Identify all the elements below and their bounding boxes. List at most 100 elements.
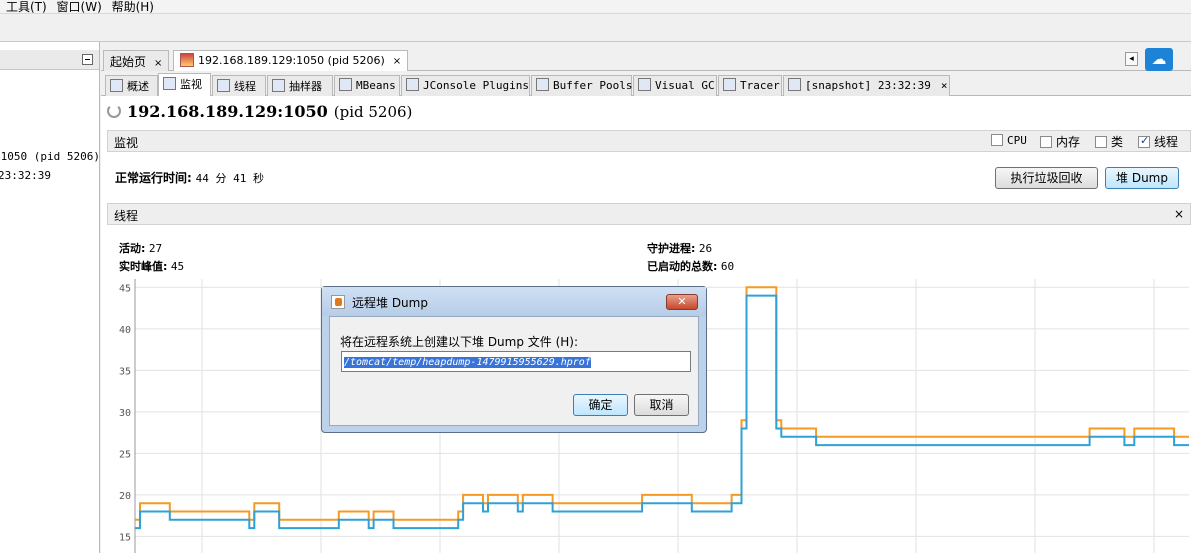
stat-value: 60 <box>720 260 735 273</box>
tab-tracer[interactable]: Tracer <box>718 75 782 96</box>
java-icon <box>331 295 345 309</box>
minimize-icon[interactable] <box>82 54 93 65</box>
document-tabs: 起始页 × 192.168.189.129:1050 (pid 5206) × <box>101 48 1191 71</box>
tree-item-snapshot[interactable]: 23:32:39 <box>0 169 51 182</box>
close-icon[interactable]: × <box>393 56 401 67</box>
checkbox-label: 类 <box>1111 135 1124 149</box>
tab-visual-gc[interactable]: Visual GC <box>633 75 717 96</box>
dump-path-field[interactable]: /tomcat/temp/heapdump-1479915955629.hpro… <box>341 351 691 372</box>
threads-header: 线程 × <box>107 203 1191 225</box>
dialog-prompt: 将在远程系统上创建以下堆 Dump 文件 (H): <box>340 335 579 349</box>
dialog-title-bar: 远程堆 Dump ✕ <box>322 287 706 316</box>
page-title: 192.168.189.129:1050 (pid 5206) <box>107 102 412 128</box>
cancel-button[interactable]: 取消 <box>634 394 689 416</box>
tab-monitor[interactable]: 监视 <box>158 73 211 96</box>
tab-buffer-pools[interactable]: Buffer Pools <box>531 75 632 96</box>
threads-icon <box>217 79 230 92</box>
tab-label: Buffer Pools <box>553 79 633 92</box>
live-threads: 活动: 27 <box>119 240 162 256</box>
loading-icon <box>107 104 121 118</box>
tab-label: MBeans <box>356 79 396 92</box>
tree-item-connection[interactable]: :1050 (pid 5206) <box>0 150 99 163</box>
stat-label: 活动: <box>119 242 146 255</box>
menu-help[interactable]: 帮助(H) <box>112 1 154 14</box>
uptime-value: 44 分 41 秒 <box>195 172 264 185</box>
tab-label: Tracer <box>740 79 780 92</box>
tab-sampler[interactable]: 抽样器 <box>267 75 333 96</box>
dump-path-value: /tomcat/temp/heapdump-1479915955629.hpro… <box>344 357 591 368</box>
checkbox-memory[interactable]: 内存 <box>1040 133 1080 150</box>
ok-button[interactable]: 确定 <box>573 394 628 416</box>
buffer-icon <box>536 78 549 91</box>
y-tick-label: 45 <box>119 283 131 294</box>
checkbox-cpu[interactable]: CPU <box>991 133 1027 147</box>
applications-pane-header <box>0 50 99 70</box>
y-tick-label: 35 <box>119 366 131 377</box>
info-icon <box>110 79 123 92</box>
checkbox-threads[interactable]: 线程 <box>1138 133 1178 150</box>
heap-dump-dialog: 远程堆 Dump ✕ 将在远程系统上创建以下堆 Dump 文件 (H): /to… <box>321 286 707 433</box>
tab-start-page[interactable]: 起始页 × <box>103 50 170 71</box>
y-tick-label: 25 <box>119 449 131 460</box>
menu-bar: 工具(T) 窗口(W) 帮助(H) <box>0 0 1191 14</box>
y-tick-label: 30 <box>119 408 131 419</box>
tab-label: JConsole Plugins <box>423 79 529 92</box>
dialog-body: 将在远程系统上创建以下堆 Dump 文件 (H): /tomcat/temp/h… <box>329 316 699 426</box>
total-started-threads: 已启动的总数: 60 <box>647 258 734 274</box>
close-icon[interactable]: ✕ <box>666 294 698 310</box>
checkbox-label: CPU <box>1007 134 1027 147</box>
checkbox-box[interactable] <box>1095 136 1107 148</box>
daemon-threads: 守护进程: 26 <box>647 240 712 256</box>
stat-label: 守护进程: <box>647 242 696 255</box>
tab-snapshot[interactable]: [snapshot] 23:32:39 × <box>783 75 950 96</box>
process-id: (pid 5206) <box>333 103 413 121</box>
close-icon[interactable]: × <box>154 58 162 69</box>
checkbox-box[interactable] <box>1138 134 1150 148</box>
stat-label: 实时峰值: <box>119 260 168 273</box>
menu-window[interactable]: 窗口(W) <box>57 1 102 14</box>
tab-overview[interactable]: 概述 <box>105 75 158 96</box>
y-tick-label: 20 <box>119 491 131 502</box>
jmx-icon <box>180 53 194 67</box>
y-tick-label: 40 <box>119 325 131 336</box>
checkbox-classes[interactable]: 类 <box>1095 133 1123 150</box>
tab-label: Visual GC <box>655 79 715 92</box>
checkbox-label: 内存 <box>1056 135 1081 149</box>
tab-controls: ◂ ☁ <box>1125 48 1191 71</box>
menu-tools[interactable]: 工具(T) <box>6 1 47 14</box>
gc-icon <box>638 78 651 91</box>
cloud-icon[interactable]: ☁ <box>1145 48 1173 71</box>
sampler-icon <box>272 79 285 92</box>
stat-value: 27 <box>148 242 163 255</box>
checkbox-box[interactable] <box>1040 136 1052 148</box>
checkbox-box[interactable] <box>991 134 1003 146</box>
tab-label: 概述 <box>127 80 149 93</box>
stat-value: 26 <box>698 242 713 255</box>
uptime-label: 正常运行时间: <box>115 171 192 185</box>
tab-jconsole-plugins[interactable]: JConsole Plugins <box>401 75 530 96</box>
dialog-title: 远程堆 Dump <box>352 296 428 310</box>
uptime: 正常运行时间: 44 分 41 秒 <box>115 169 264 186</box>
tab-label: 监视 <box>180 78 202 91</box>
stat-value: 45 <box>170 260 185 273</box>
tab-label: 抽样器 <box>289 80 322 93</box>
scroll-left-icon[interactable]: ◂ <box>1125 52 1138 66</box>
tab-mbeans[interactable]: MBeans <box>334 75 400 96</box>
heap-dump-button[interactable]: 堆 Dump <box>1105 167 1179 189</box>
threads-title: 线程 <box>114 209 139 223</box>
plugin-icon <box>406 78 419 91</box>
close-icon[interactable]: × <box>941 79 948 92</box>
checkbox-label: 线程 <box>1154 135 1179 149</box>
stat-label: 已启动的总数: <box>647 260 718 273</box>
tab-label: 线程 <box>234 80 256 93</box>
perform-gc-button[interactable]: 执行垃圾回收 <box>995 167 1098 189</box>
tab-threads[interactable]: 线程 <box>212 75 266 96</box>
close-icon[interactable]: × <box>1174 207 1184 221</box>
toolbar <box>0 14 1191 42</box>
snapshot-icon <box>788 78 801 91</box>
chart-icon <box>163 77 176 90</box>
peak-threads: 实时峰值: 45 <box>119 258 184 274</box>
bean-icon <box>339 78 352 91</box>
tab-connection[interactable]: 192.168.189.129:1050 (pid 5206) × <box>173 50 409 71</box>
tab-label: [snapshot] 23:32:39 <box>805 79 931 92</box>
